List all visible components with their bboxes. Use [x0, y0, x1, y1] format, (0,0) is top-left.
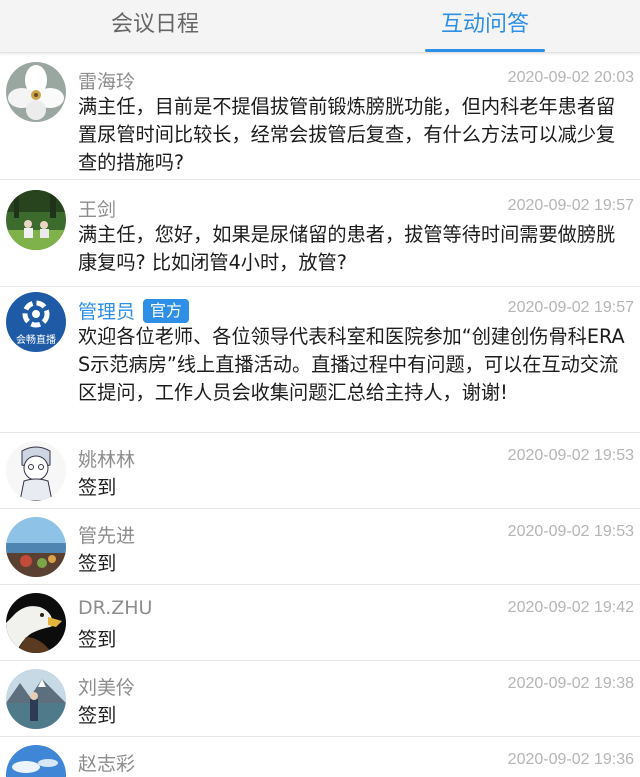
list-item: DR.ZHU 2020-09-02 19:42 签到: [0, 585, 640, 661]
list-item: 赵志彩 2020-09-02 19:36: [0, 737, 640, 777]
tab-schedule[interactable]: 会议日程: [0, 0, 310, 52]
message-time: 2020-09-02 19:42: [507, 599, 634, 616]
message-time: 2020-09-02 19:57: [507, 299, 634, 316]
message-time: 2020-09-02 20:03: [507, 69, 634, 86]
message-text: 满主任，目前是不提倡拔管前锻炼膀胱功能，但内科老年患者留置尿管时间比较长，经常会…: [78, 95, 616, 174]
message-text: 欢迎各位老师、各位领导代表科室和医院参加“创建创伤骨科ERAS示范病房”线上直播…: [78, 325, 625, 404]
cartoon-boy-avatar[interactable]: [6, 441, 66, 501]
sender-name: 刘美伶: [78, 677, 136, 699]
message-time: 2020-09-02 19:57: [507, 197, 634, 214]
white-flower-avatar[interactable]: [6, 62, 66, 122]
message-text: 签到: [78, 476, 117, 499]
tab-qa-label: 互动问答: [440, 12, 529, 37]
message-text: 签到: [78, 552, 117, 575]
message-text: 签到: [78, 628, 117, 651]
list-item: 雷海玲 2020-09-02 20:03 满主任，目前是不提倡拔管前锻炼膀胱功能…: [0, 52, 640, 180]
admin-name: 管理员 官方: [78, 297, 190, 324]
sender-name: 姚林林: [78, 449, 136, 471]
sender-name: 雷海玲: [78, 71, 136, 93]
message-time: 2020-09-02 19:53: [507, 447, 634, 464]
message-time: 2020-09-02 19:53: [507, 523, 634, 540]
tab-bar: 会议日程 互动问答: [0, 0, 640, 53]
message-time: 2020-09-02 19:36: [507, 751, 634, 768]
list-item: 姚林林 2020-09-02 19:53 签到: [0, 433, 640, 509]
avatar-logo-text: 会畅直播: [16, 335, 56, 346]
sky-avatar[interactable]: [6, 745, 66, 777]
list-item: 王剑 2020-09-02 19:57 满主任，您好，如果是尿储留的患者，拔管等…: [0, 180, 640, 287]
lake-scenery-avatar[interactable]: [6, 517, 66, 577]
list-item: 刘美伶 2020-09-02 19:38 签到: [0, 661, 640, 737]
outdoor-people-avatar[interactable]: [6, 190, 66, 250]
mountain-photo-avatar[interactable]: [6, 669, 66, 729]
sender-name: DR.ZHU: [78, 597, 153, 619]
tab-qa[interactable]: 互动问答: [330, 0, 640, 52]
sender-name: 管理员: [78, 301, 136, 323]
message-time: 2020-09-02 19:38: [507, 675, 634, 692]
official-badge: 官方: [143, 299, 190, 323]
sender-name: 管先进: [78, 525, 136, 547]
live-logo-avatar[interactable]: 会畅直播: [6, 292, 66, 352]
message-text: 满主任，您好，如果是尿储留的患者，拔管等待时间需要做膀胱康复吗? 比如闭管4小时…: [78, 223, 616, 274]
sender-name: 王剑: [78, 199, 117, 221]
eagle-avatar[interactable]: [6, 593, 66, 653]
message-text: 签到: [78, 704, 117, 727]
list-item: 管先进 2020-09-02 19:53 签到: [0, 509, 640, 585]
sender-name: 赵志彩: [78, 753, 136, 775]
list-item: 会畅直播 管理员 官方 2020-09-02 19:57 欢迎各位老师、各位领导代…: [0, 287, 640, 433]
